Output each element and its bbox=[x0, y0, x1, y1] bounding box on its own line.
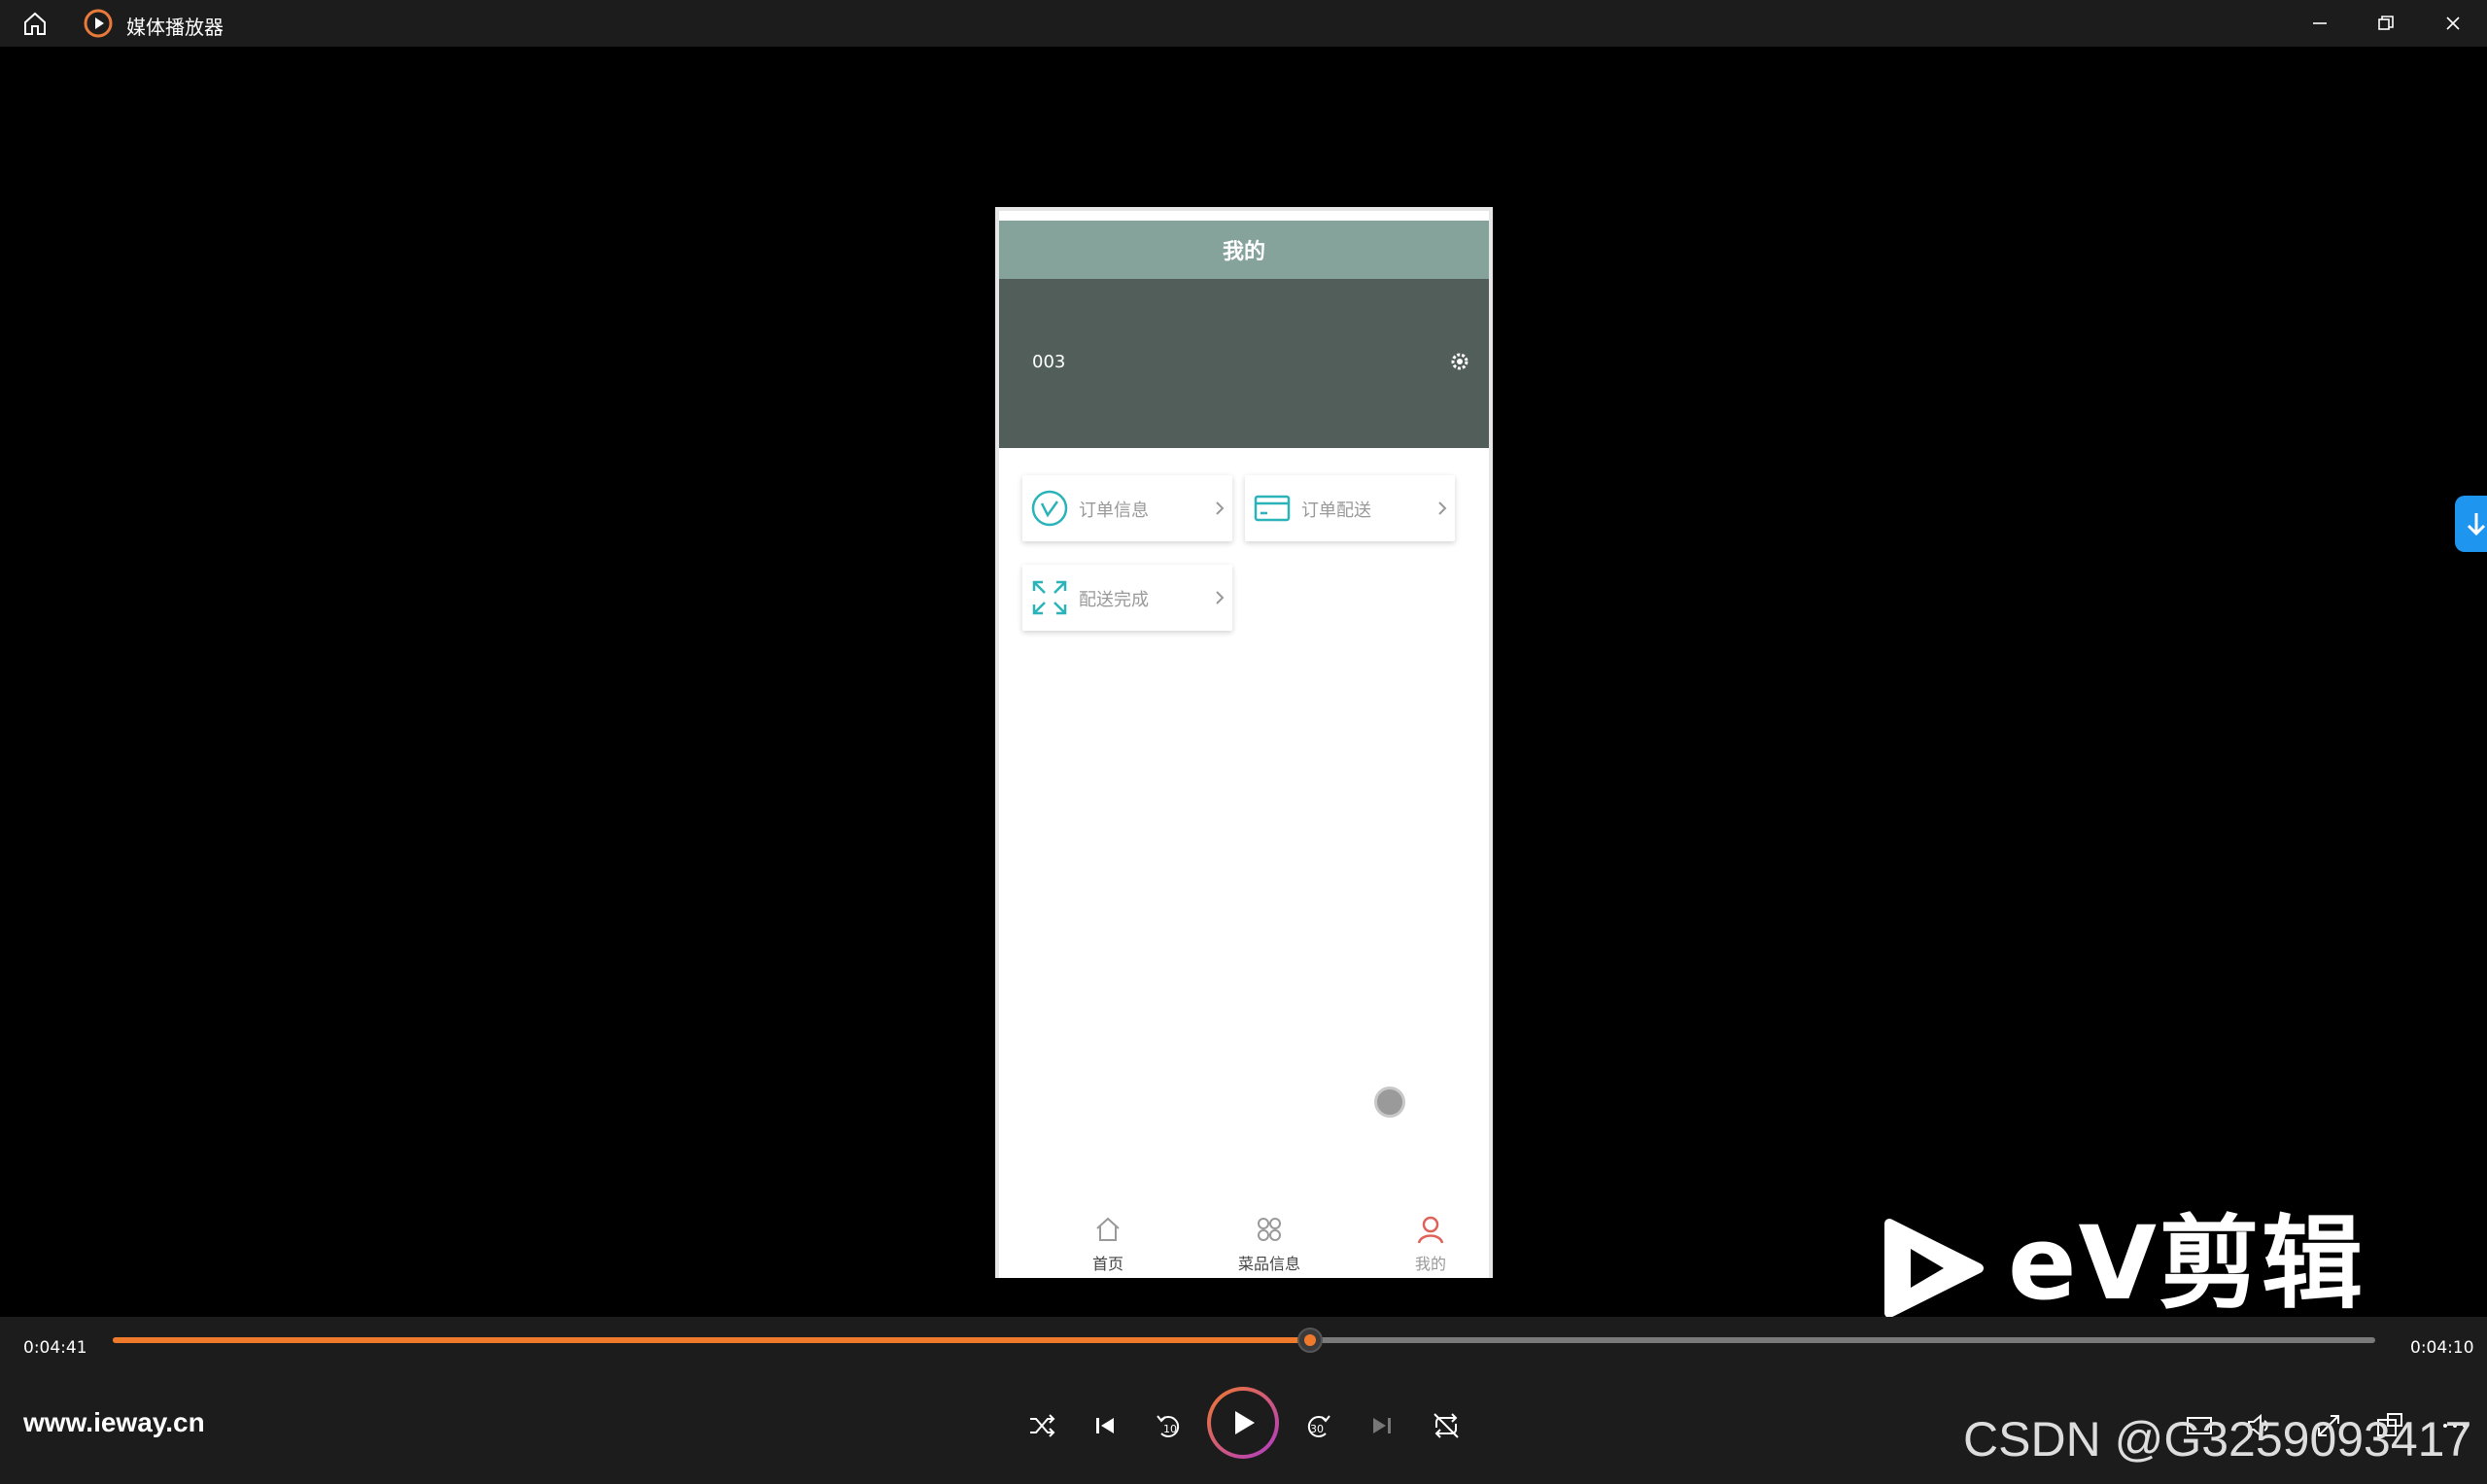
shuffle-icon bbox=[1030, 1414, 1055, 1437]
expand-icon bbox=[1031, 579, 1068, 616]
title-bar: 媒体播放器 bbox=[0, 0, 2487, 47]
user-panel: 003 bbox=[999, 279, 1489, 448]
svg-text:30: 30 bbox=[1310, 1423, 1324, 1435]
skip-previous-icon bbox=[1096, 1418, 1114, 1433]
elapsed-time: 0:04:41 bbox=[23, 1338, 87, 1358]
ev-play-logo-icon bbox=[1876, 1210, 1992, 1327]
video-frame-phone-screen: 我的 003 订单信息 订单配送 配送完成 首页 菜品信息 我的 bbox=[995, 207, 1493, 1278]
forward-30-button[interactable]: 30 bbox=[1298, 1406, 1337, 1445]
tab-home[interactable]: 首页 bbox=[1050, 1202, 1166, 1278]
site-watermark: www.ieway.cn bbox=[23, 1407, 205, 1437]
next-button[interactable] bbox=[1363, 1406, 1401, 1445]
minimize-button[interactable] bbox=[2286, 0, 2354, 47]
chevron-right-icon bbox=[1213, 588, 1226, 607]
home-icon[interactable] bbox=[19, 8, 51, 39]
close-icon bbox=[2446, 17, 2460, 30]
chart-circle-icon bbox=[1031, 490, 1068, 527]
ev-watermark-text: eV剪辑 bbox=[2008, 1204, 2366, 1323]
menu-card-label: 配送完成 bbox=[1079, 590, 1149, 610]
seek-thumb[interactable] bbox=[1296, 1328, 1323, 1353]
previous-button[interactable] bbox=[1086, 1406, 1124, 1445]
media-player-window: 媒体播放器 我的 003 订单信息 订单配送 配送完成 首页 菜品信息 我的 e… bbox=[0, 0, 2487, 1484]
minimize-icon bbox=[2313, 22, 2327, 24]
window-title: 媒体播放器 bbox=[126, 16, 224, 39]
seek-bar[interactable] bbox=[113, 1328, 2375, 1353]
home-icon bbox=[1092, 1214, 1123, 1245]
svg-text:10: 10 bbox=[1163, 1423, 1177, 1435]
close-button[interactable] bbox=[2419, 0, 2487, 47]
csdn-watermark: CSDN @G3259093417 bbox=[1963, 1412, 2472, 1467]
user-id: 003 bbox=[1032, 352, 1066, 372]
tab-label: 菜品信息 bbox=[1237, 1255, 1300, 1273]
restore-button[interactable] bbox=[2352, 0, 2420, 47]
play-button[interactable] bbox=[1207, 1387, 1279, 1459]
skip-next-icon bbox=[1373, 1418, 1391, 1433]
rewind-10-button[interactable]: 10 bbox=[1150, 1406, 1189, 1445]
repeat-off-button[interactable] bbox=[1427, 1406, 1466, 1445]
menu-card-label: 订单信息 bbox=[1079, 500, 1149, 521]
remaining-time: 0:04:10 bbox=[2410, 1338, 2474, 1358]
download-side-badge[interactable] bbox=[2455, 496, 2487, 552]
repeat-off-icon bbox=[1433, 1413, 1459, 1438]
download-arrow-icon bbox=[2467, 513, 2486, 536]
gear-icon[interactable] bbox=[1447, 349, 1472, 374]
chevron-right-icon bbox=[1435, 499, 1449, 518]
menu-card-order-delivery[interactable]: 订单配送 bbox=[1245, 475, 1455, 541]
seek-bar-progress bbox=[113, 1337, 1310, 1343]
chevron-right-icon bbox=[1213, 499, 1226, 518]
page-title: 我的 bbox=[999, 221, 1489, 279]
menu-card-delivery-complete[interactable]: 配送完成 bbox=[1022, 565, 1232, 631]
rewind-10-icon: 10 bbox=[1157, 1415, 1180, 1437]
menu-card-label: 订单配送 bbox=[1301, 500, 1371, 521]
play-icon bbox=[1235, 1411, 1255, 1434]
tab-label: 我的 bbox=[1414, 1255, 1446, 1273]
user-icon bbox=[1415, 1214, 1446, 1245]
grid-icon bbox=[1254, 1214, 1285, 1245]
tab-mine[interactable]: 我的 bbox=[1372, 1202, 1489, 1278]
shuffle-button[interactable] bbox=[1022, 1406, 1061, 1445]
media-player-app-icon bbox=[84, 9, 113, 38]
forward-30-icon: 30 bbox=[1307, 1415, 1330, 1437]
player-controls: 0:04:41 0:04:10 www.ieway.cn 10 30 CSDN … bbox=[0, 1317, 2487, 1484]
bottom-tab-bar: 首页 菜品信息 我的 bbox=[999, 1202, 1489, 1278]
play-button-inner bbox=[1211, 1391, 1275, 1455]
touch-indicator bbox=[1374, 1087, 1405, 1118]
menu-card-order-info[interactable]: 订单信息 bbox=[1022, 475, 1232, 541]
tab-dish-info[interactable]: 菜品信息 bbox=[1211, 1202, 1328, 1278]
tab-label: 首页 bbox=[1091, 1255, 1123, 1273]
card-icon bbox=[1254, 490, 1291, 527]
restore-icon bbox=[2378, 16, 2394, 30]
